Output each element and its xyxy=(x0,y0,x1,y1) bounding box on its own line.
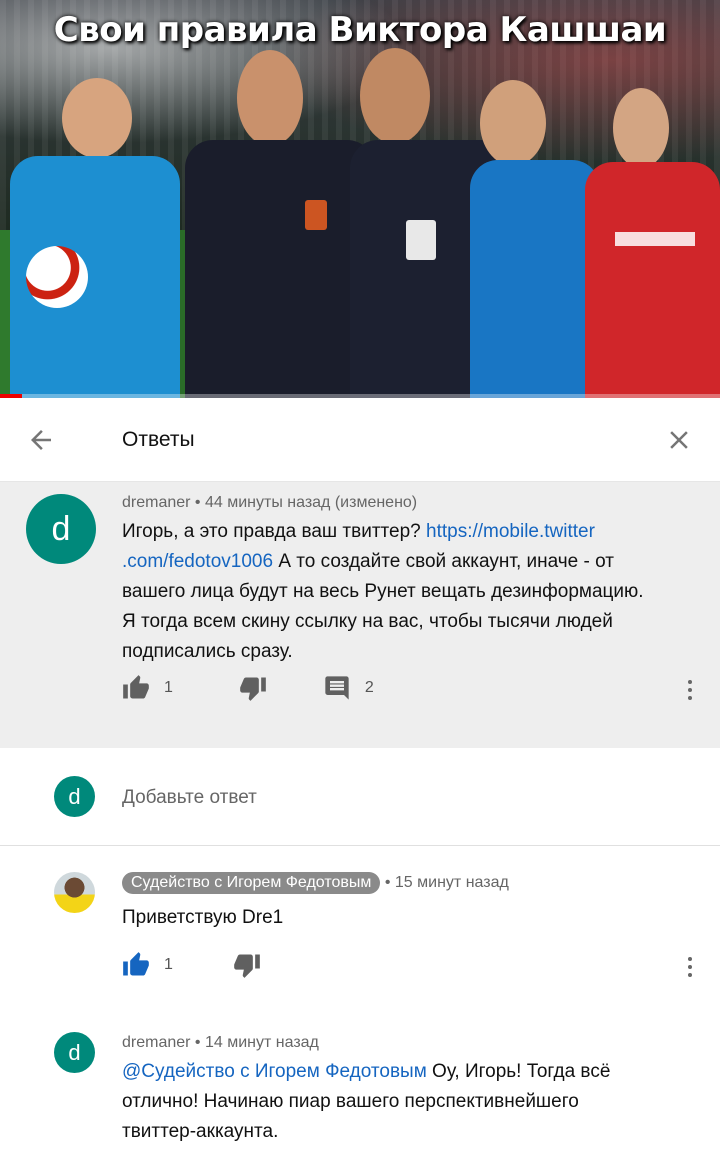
like-button[interactable]: 1 xyxy=(122,951,173,979)
comment-text-line: вашего лица будут на весь Рунет вещать д… xyxy=(122,581,644,602)
close-button[interactable] xyxy=(638,398,720,482)
reply-count: 2 xyxy=(364,679,374,696)
player-figure xyxy=(470,80,600,398)
avatar[interactable] xyxy=(54,872,95,913)
comment-meta: Судейство с Игорем Федотовым • 15 минут … xyxy=(122,872,509,894)
comment-author[interactable]: dremaner xyxy=(122,494,190,511)
creator-author-chip[interactable]: Судейство с Игорем Федотовым xyxy=(122,872,381,894)
video-player[interactable]: Свои правила Виктора Кашшаи xyxy=(0,0,720,398)
like-count: 1 xyxy=(164,956,173,973)
reply-comment: d dremaner • 14 минут назад @Судейство с… xyxy=(0,1012,720,1150)
comment-text-part: А то создайте свой аккаунт, иначе - от xyxy=(273,551,614,572)
replies-header: Ответы xyxy=(0,398,720,482)
header-title: Ответы xyxy=(122,427,195,451)
like-button[interactable]: 1 xyxy=(122,674,173,702)
comment-text-line: отлично! Начинаю пиар вашего перспективн… xyxy=(122,1091,579,1112)
avatar[interactable]: d xyxy=(26,494,96,564)
arrow-left-icon xyxy=(31,429,51,450)
comment-text: @Судейство с Игорем Федотовым Оу, Игорь!… xyxy=(122,1057,682,1147)
main-comment: d dremaner • 44 минуты назад (изменено) … xyxy=(0,482,720,748)
add-reply-row[interactable]: d Добавьте ответ xyxy=(0,748,720,846)
comment-text-part: Оу, Игорь! Тогда всё xyxy=(426,1061,611,1082)
comment-time: • 14 минут назад xyxy=(190,1034,319,1051)
twitter-link[interactable]: https://mobile.twitter xyxy=(426,521,595,542)
add-reply-input[interactable]: Добавьте ответ xyxy=(122,787,257,809)
comment-text-line: Я тогда всем скину ссылку на вас, чтобы … xyxy=(122,611,613,632)
comment-author[interactable]: dremaner xyxy=(122,1034,190,1051)
thumb-down-icon xyxy=(240,677,266,701)
player-figure xyxy=(585,88,720,398)
comment-meta: dremaner • 44 минуты назад (изменено) xyxy=(122,494,702,512)
avatar[interactable]: d xyxy=(54,1032,95,1073)
thumb-down-icon xyxy=(234,954,260,978)
comment-text-line: подписались сразу. xyxy=(122,641,293,662)
video-title: Свои правила Виктора Кашшаи xyxy=(53,10,667,50)
comment-meta: dremaner • 14 минут назад xyxy=(122,1034,682,1052)
like-count: 1 xyxy=(164,679,173,696)
avatar: d xyxy=(54,776,95,817)
thumb-up-icon xyxy=(123,952,149,976)
comment-time: • 15 минут назад xyxy=(380,874,509,891)
dislike-button[interactable] xyxy=(239,674,267,702)
more-options-button[interactable] xyxy=(680,670,700,710)
dislike-button[interactable] xyxy=(233,951,261,979)
twitter-link-continued[interactable]: .com/fedotov1006 xyxy=(122,551,273,572)
reply-comment: Судейство с Игорем Федотовым • 15 минут … xyxy=(0,846,720,1012)
comment-actions: 1 xyxy=(122,951,261,979)
close-icon xyxy=(670,430,688,449)
comment-icon xyxy=(325,676,349,700)
comment-text: Игорь, а это правда ваш твиттер? https:/… xyxy=(122,517,702,667)
comment-text-part: Игорь, а это правда ваш твиттер? xyxy=(122,521,426,542)
back-button[interactable] xyxy=(0,398,82,482)
more-options-button[interactable] xyxy=(680,947,700,987)
mention-link[interactable]: @Судейство с Игорем Федотовым xyxy=(122,1061,427,1082)
referee-figure xyxy=(175,50,375,398)
thumb-up-icon xyxy=(123,675,149,699)
player-figure xyxy=(0,78,180,398)
reply-button[interactable]: 2 xyxy=(323,674,374,702)
comment-actions: 1 2 xyxy=(122,674,374,702)
comment-time: • 44 минуты назад (изменено) xyxy=(190,494,418,511)
comment-text-line: твиттер-аккаунта. xyxy=(122,1121,279,1142)
comment-text: Приветствую Dre1 xyxy=(122,907,284,928)
